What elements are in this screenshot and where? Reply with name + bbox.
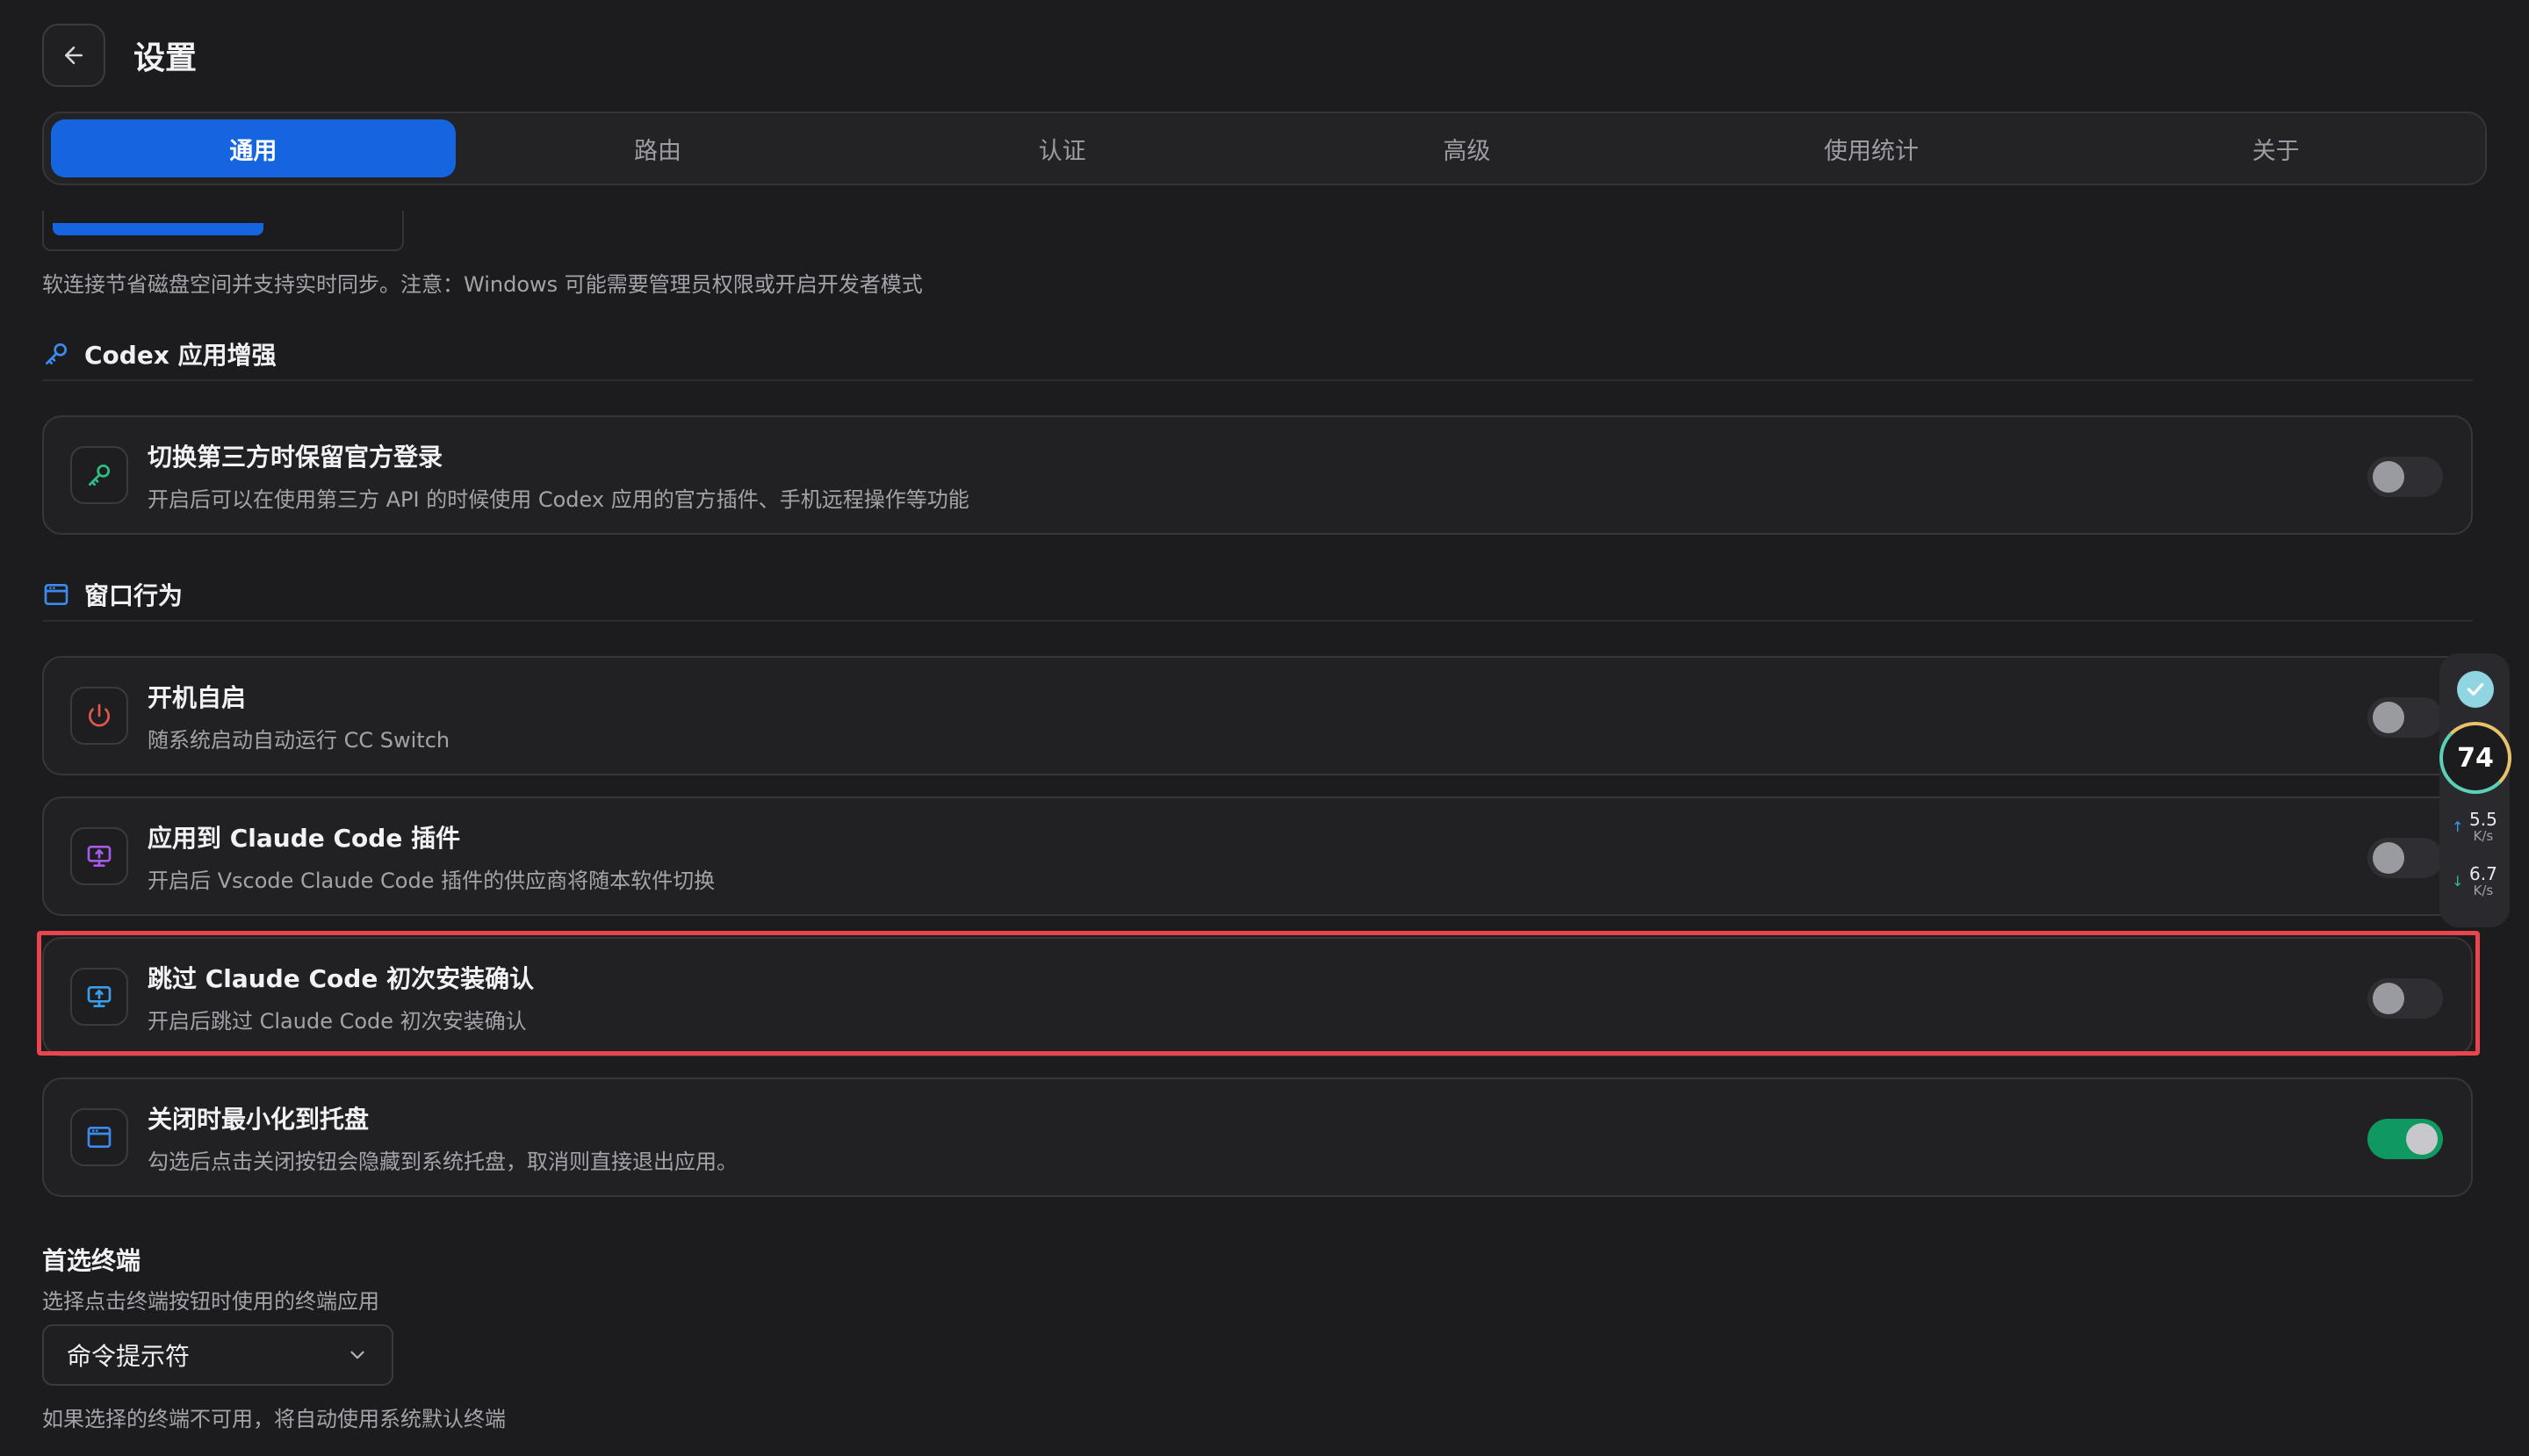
setting-title: 关闭时最小化到托盘 (148, 1104, 370, 1134)
setting-autostart: 开机自启 随系统启动自动运行 CC Switch (42, 656, 2473, 775)
claude-plugin-toggle[interactable] (2367, 838, 2443, 878)
setting-description: 开启后可以在使用第三方 API 的时候使用 Codex 应用的官方插件、手机远程… (148, 487, 969, 512)
monitor-upload-icon (87, 846, 112, 867)
setting-keep-official-login: 切换第三方时保留官方登录 开启后可以在使用第三方 API 的时候使用 Codex… (42, 415, 2473, 535)
upload-speed-value: 5.5 (2469, 809, 2497, 830)
upload-arrow-icon: ↑ (2452, 818, 2464, 835)
check-icon (2457, 671, 2494, 708)
toggle-knob (2373, 461, 2404, 493)
setting-description: 随系统启动自动运行 CC Switch (148, 727, 450, 753)
toggle-knob (2406, 1123, 2438, 1155)
upload-speed: ↑ 5.5 K/s (2452, 810, 2508, 843)
sync-method-segment[interactable] (42, 211, 404, 251)
download-speed: ↓ 6.7 K/s (2452, 864, 2508, 897)
toggle-knob (2373, 983, 2404, 1014)
terminal-fallback-hint: 如果选择的终端不可用，将自动使用系统默认终端 (42, 1407, 506, 1431)
toggle-knob (2373, 842, 2404, 874)
upload-speed-unit: K/s (2473, 828, 2494, 844)
window-icon (87, 1127, 112, 1148)
terminal-title: 首选终端 (42, 1246, 141, 1275)
terminal-description: 选择点击终端按钮时使用的终端应用 (42, 1289, 379, 1314)
setting-title: 应用到 Claude Code 插件 (148, 823, 461, 853)
sync-method-active-indicator (53, 223, 263, 235)
setting-description: 开启后跳过 Claude Code 初次安装确认 (148, 1008, 527, 1034)
download-speed-value: 6.7 (2469, 863, 2497, 884)
tab-advanced[interactable]: 高级 (1264, 119, 1669, 177)
section-codex-header: Codex 应用增强 (42, 328, 2473, 381)
download-speed-unit: K/s (2473, 883, 2494, 898)
tab-auth[interactable]: 认证 (860, 119, 1264, 177)
card-icon-box (70, 687, 128, 745)
key-icon (89, 465, 110, 486)
tab-bar: 通用 路由 认证 高级 使用统计 关于 (42, 112, 2487, 185)
tab-general[interactable]: 通用 (51, 119, 456, 177)
setting-description: 勾选后点击关闭按钮会隐藏到系统托盘，取消则直接退出应用。 (148, 1149, 738, 1174)
card-icon-box (70, 827, 128, 885)
skip-confirm-toggle[interactable] (2367, 978, 2443, 1019)
keep-login-toggle[interactable] (2367, 457, 2443, 497)
card-icon-box (70, 446, 128, 504)
section-window-label: 窗口行为 (84, 581, 184, 610)
autostart-toggle[interactable] (2367, 697, 2443, 738)
back-button[interactable] (42, 24, 105, 87)
tab-routing[interactable]: 路由 (456, 119, 861, 177)
section-window-header: 窗口行为 (42, 569, 2473, 622)
key-icon (46, 343, 67, 364)
performance-score: 74 (2439, 722, 2511, 794)
page-title: 设置 (133, 40, 198, 76)
chevron-down-icon (350, 1351, 364, 1359)
terminal-select[interactable]: 命令提示符 (42, 1324, 393, 1386)
header: 设置 (42, 23, 197, 88)
monitor-upload-icon (87, 986, 112, 1007)
setting-title: 开机自启 (148, 682, 247, 712)
setting-claude-plugin: 应用到 Claude Code 插件 开启后 Vscode Claude Cod… (42, 796, 2473, 916)
power-icon (89, 703, 110, 727)
section-codex-label: Codex 应用增强 (84, 341, 277, 370)
setting-skip-install-confirm: 跳过 Claude Code 初次安装确认 开启后跳过 Claude Code … (42, 937, 2473, 1056)
card-icon-box (70, 968, 128, 1026)
card-icon-box (70, 1108, 128, 1166)
setting-description: 开启后 Vscode Claude Code 插件的供应商将随本软件切换 (148, 868, 716, 893)
window-icon (44, 584, 68, 605)
setting-title: 切换第三方时保留官方登录 (148, 442, 443, 472)
arrow-left-icon (65, 47, 83, 64)
download-arrow-icon: ↓ (2452, 872, 2464, 890)
toggle-knob (2373, 702, 2404, 733)
minimize-tray-toggle[interactable] (2367, 1119, 2443, 1159)
symlink-hint: 软连接节省磁盘空间并支持实时同步。注意：Windows 可能需要管理员权限或开启… (42, 272, 923, 297)
network-monitor-widget[interactable]: 74 ↑ 5.5 K/s ↓ 6.7 K/s (2439, 653, 2511, 927)
tab-about[interactable]: 关于 (2073, 119, 2478, 177)
tab-usage-stats[interactable]: 使用统计 (1669, 119, 2074, 177)
setting-minimize-to-tray: 关闭时最小化到托盘 勾选后点击关闭按钮会隐藏到系统托盘，取消则直接退出应用。 (42, 1078, 2473, 1197)
setting-title: 跳过 Claude Code 初次安装确认 (148, 963, 535, 993)
terminal-select-value: 命令提示符 (67, 1342, 191, 1371)
